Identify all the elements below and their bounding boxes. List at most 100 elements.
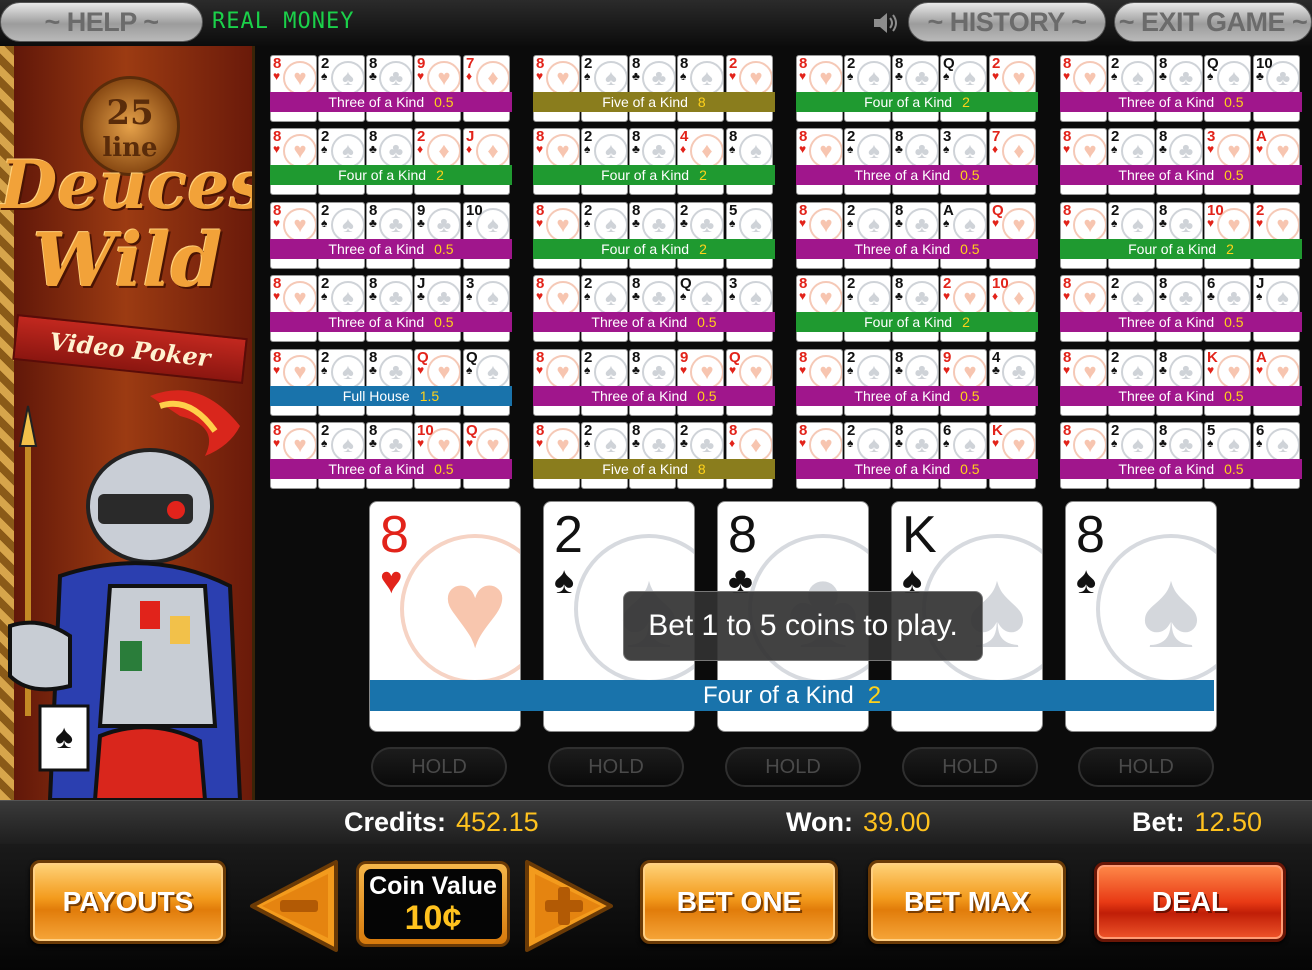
card-suit-icon: ♥ [1207,216,1215,230]
card-watermark-icon: ♥ [283,61,316,95]
card-watermark-icon: ♥ [1073,134,1106,168]
card-suit-icon: ♥ [417,436,425,450]
card-watermark-icon: ♣ [1169,134,1202,168]
card-suit-icon: ♥ [380,560,403,602]
card-suit-icon: ♥ [992,69,1000,83]
card-watermark-icon: ♦ [1002,134,1035,168]
minus-arrow-icon[interactable] [248,858,340,954]
card-watermark-icon: ♦ [476,134,509,168]
mini-hand-pay: 0.5 [1224,388,1244,404]
mini-hand-result: Three of a Kind 0.5 [796,459,1038,479]
card-watermark-icon: ♠ [1266,281,1299,315]
card-watermark-icon: ♠ [857,428,890,462]
hold-button[interactable]: HOLD [725,747,861,787]
hold-button[interactable]: HOLD [371,747,507,787]
help-button[interactable]: ~ HELP ~ [0,2,203,42]
card-watermark-icon: ♣ [427,208,460,242]
card-watermark-icon: ♥ [809,281,842,315]
mini-hand-name: Three of a Kind [854,388,951,404]
mini-hand-result: Three of a Kind 0.5 [533,312,775,332]
card-watermark-icon: ♠ [1121,61,1154,95]
mini-hand-result: Three of a Kind 0.5 [1060,165,1302,185]
card-watermark-icon: ♥ [283,281,316,315]
bet-value: 12.50 [1194,807,1263,837]
mini-hand-pay: 0.5 [697,388,717,404]
mini-hand: ♥ 8 ♥ ♠ 2 ♠ ♣ 8 ♣ ♥ 3 ♥ ♥ A ♥ Three of a Kind 0.5 [1060,128,1302,196]
card-suit-icon: ♣ [895,363,903,377]
card-watermark-icon: ♠ [690,281,723,315]
mini-hand-result: Three of a Kind 0.5 [270,312,512,332]
mini-hand-pay: 0.5 [960,167,980,183]
card-suit-icon: ♠ [847,216,854,230]
card-suit-icon: ♣ [369,142,377,156]
mini-hand-name: Three of a Kind [1118,461,1215,477]
card-suit-icon: ♠ [943,436,950,450]
mini-hand-name: Three of a Kind [591,388,688,404]
history-button[interactable]: ~ HISTORY ~ [908,2,1106,42]
deal-button[interactable]: DEAL [1094,862,1286,942]
mini-hand-pay: 2 [699,241,707,257]
card-watermark-icon: ♥ [1266,355,1299,389]
card-suit-icon: ♠ [321,216,328,230]
mini-hand-pay: 8 [697,461,706,477]
card-suit-icon: ♥ [417,363,425,377]
plus-arrow-icon[interactable] [523,858,615,954]
won-value: 39.00 [862,807,931,837]
card-suit-icon: ♥ [1207,363,1215,377]
mini-hand-result: Five of a Kind 8 [533,92,775,112]
mini-hand: ♥ 8 ♥ ♠ 2 ♠ ♣ 8 ♣ ♥ 10 ♥ ♥ Q ♥ Three of a Kind 0.5 [270,422,512,490]
speaker-icon[interactable] [872,11,900,35]
card-watermark-icon: ♠ [1121,134,1154,168]
card-watermark-icon: ♥ [546,208,579,242]
hold-button[interactable]: HOLD [1078,747,1214,787]
mini-hand: ♥ 8 ♥ ♠ 2 ♠ ♣ 8 ♣ ♥ 9 ♥ ♦ 7 ♦ Three of a Kind 0.5 [270,55,512,123]
payouts-button[interactable]: PAYOUTS [30,860,226,944]
card-suit-icon: ♠ [847,69,854,83]
mini-hand-pay: 2 [962,314,970,330]
card-suit-icon: ♠ [584,436,591,450]
exit-game-button[interactable]: ~ EXIT GAME ~ [1114,2,1312,42]
won-label: Won: [786,807,853,837]
mini-hand-name: Three of a Kind [1118,388,1215,404]
card-suit-icon: ♠ [584,363,591,377]
card-suit-icon: ♥ [1256,363,1264,377]
mini-hand-result: Four of a Kind 2 [270,165,512,185]
card-suit-icon: ♠ [321,436,328,450]
card-suit-icon: ♣ [1159,69,1167,83]
card-watermark-icon: ♠ [953,428,986,462]
card-watermark-icon: ♣ [1169,355,1202,389]
card-watermark-icon: ♥ [1073,355,1106,389]
mini-hand-name: Three of a Kind [854,241,951,257]
card-suit-icon: ♥ [799,436,807,450]
main-hand-name: Four of a Kind [702,681,854,709]
card-watermark-icon: ♠ [331,428,364,462]
mini-hand-name: Three of a Kind [854,461,951,477]
card-watermark-icon: ♥ [739,61,772,95]
card-suit-icon: ♠ [847,363,854,377]
mini-hand: ♥ 8 ♥ ♠ 2 ♠ ♣ 8 ♣ ♥ K ♥ ♥ A ♥ Three of a Kind 0.5 [1060,349,1302,417]
card-suit-icon: ♠ [321,69,328,83]
card-suit-icon: ♣ [680,216,688,230]
card-watermark-icon: ♥ [427,355,460,389]
card-suit-icon: ♥ [1063,363,1071,377]
card-suit-icon: ♥ [536,363,544,377]
bet-one-button[interactable]: BET ONE [640,860,838,944]
mini-hand-result: Five of a Kind 8 [533,459,775,479]
status-bar: Credits: 452.15 Won: 39.00 Bet: 12.50 [0,800,1312,844]
card-watermark-icon: ♣ [1217,281,1250,315]
bet-label: Bet: [1132,807,1185,837]
hold-button[interactable]: HOLD [548,747,684,787]
card-suit-icon: ♠ [1207,436,1214,450]
card-suit-icon: ♠ [584,142,591,156]
card-suit-icon: ♠ [1111,142,1118,156]
mini-hand: ♥ 8 ♥ ♠ 2 ♠ ♣ 8 ♣ ♥ 9 ♥ ♣ 4 ♣ Three of a Kind 0.5 [796,349,1038,417]
mini-hand-name: Three of a Kind [328,314,425,330]
mini-hand-name: Four of a Kind [1128,241,1217,257]
bet-max-button[interactable]: BET MAX [868,860,1066,944]
hold-button[interactable]: HOLD [902,747,1038,787]
card-watermark-icon: ♠ [857,355,890,389]
card-suit-icon: ♥ [273,216,281,230]
mini-hand-result: Three of a Kind 0.5 [533,386,775,406]
card-watermark-icon: ♠ [594,281,627,315]
card-suit-icon: ♦ [466,69,473,83]
